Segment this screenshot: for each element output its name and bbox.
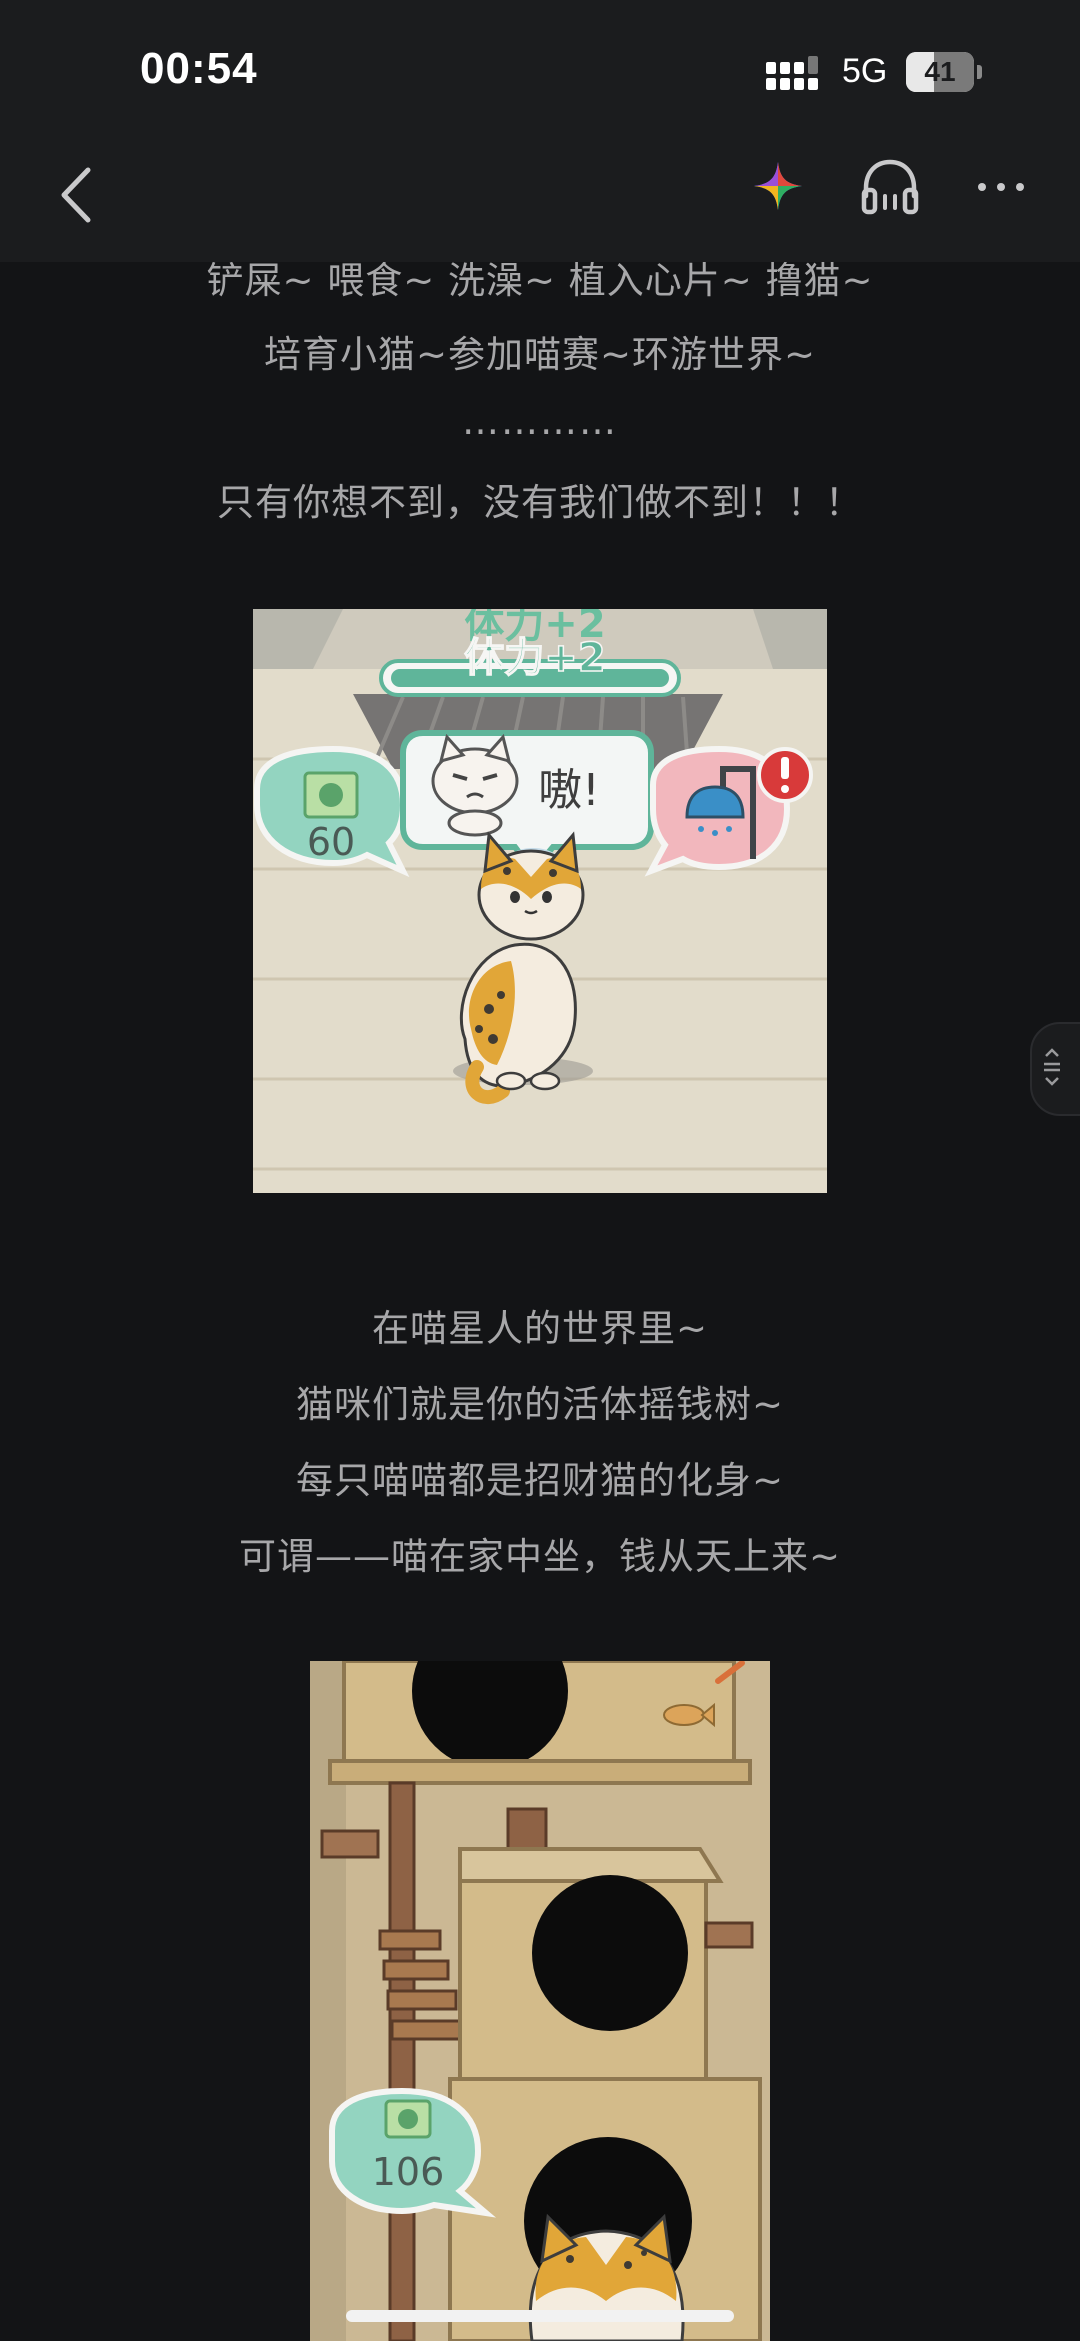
chevron-left-icon[interactable]: [52, 160, 102, 230]
article-line: 每只喵喵都是招财猫的化身~: [295, 1459, 784, 1502]
more-dots-icon[interactable]: [976, 170, 1026, 204]
ai-sparkle-icon[interactable]: [750, 158, 806, 214]
status-time: 00:54: [140, 44, 258, 93]
headphones-icon[interactable]: [858, 156, 922, 216]
article-line: 猫咪们就是你的活体摇钱树~: [295, 1383, 784, 1426]
cat-tree-image[interactable]: 106: [310, 1661, 770, 2341]
battery-level: 41: [924, 56, 956, 87]
cellular-signal-icon: [766, 56, 818, 90]
battery-icon: 41: [906, 52, 982, 92]
status-bar: 00:54 5G 41: [0, 0, 1080, 140]
reader-handle[interactable]: [1030, 1022, 1080, 1116]
alert-icon: [757, 747, 813, 803]
money-value: 106: [372, 2150, 445, 2194]
article-line: 可谓——喵在家中坐，钱从天上来~: [238, 1535, 841, 1578]
cat-game-image[interactable]: 体力+2 体力+2 60 嗷!: [253, 609, 827, 1193]
speech-text: 嗷!: [538, 765, 600, 816]
cat-character-image: [528, 2213, 685, 2341]
network-type: 5G: [842, 52, 888, 90]
home-indicator[interactable]: [346, 2310, 734, 2322]
drag-handle-icon: [1044, 1048, 1060, 1086]
article-line: 只有你想不到，没有我们做不到！！！: [217, 481, 863, 524]
money-value: 60: [307, 820, 355, 864]
stamina-text: 体力+2: [464, 635, 605, 681]
article-ellipsis: …………: [462, 400, 618, 443]
article-line: 培育小猫~参加喵赛~环游世界~: [263, 333, 816, 376]
article-line: 在喵星人的世界里~: [371, 1307, 708, 1350]
